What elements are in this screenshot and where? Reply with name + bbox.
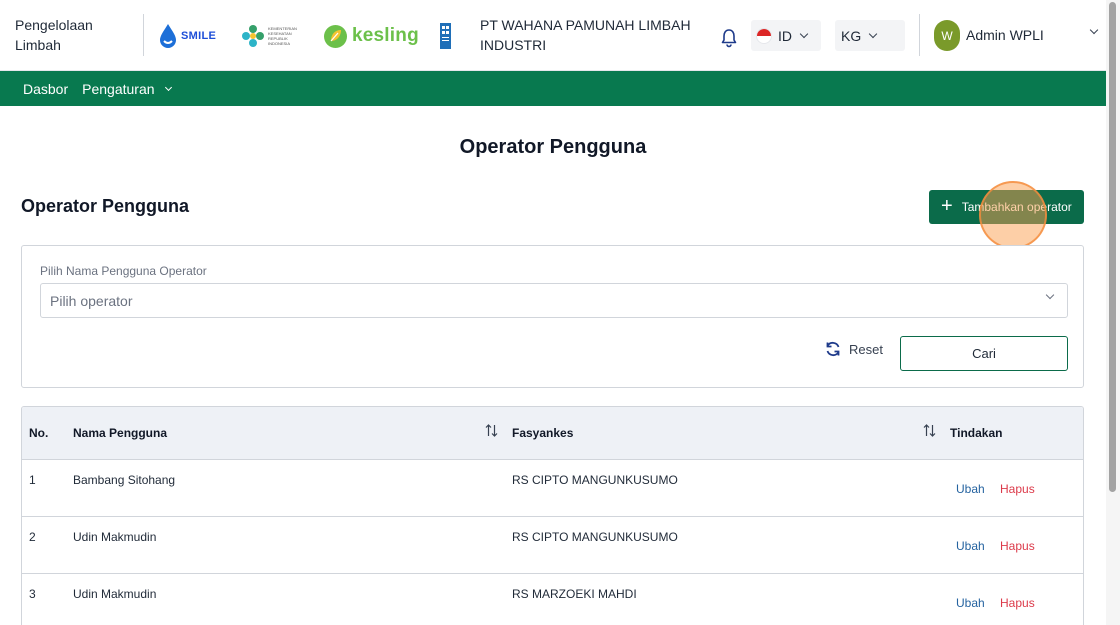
chevron-down-icon [868, 29, 878, 38]
bell-icon[interactable] [720, 28, 738, 48]
table-row: 2 Udin Makmudin RS CIPTO MANGUNKUSUMO Ub… [22, 517, 1083, 574]
sort-icon[interactable] [923, 424, 936, 437]
row-number: 1 [29, 473, 36, 487]
smile-logo-text: SMILE [181, 30, 217, 42]
row-number: 3 [29, 587, 36, 601]
scrollbar-thumb[interactable] [1109, 2, 1116, 492]
app-title: Pengelolaan Limbah [15, 17, 93, 53]
drop-icon [160, 24, 176, 48]
nav-item-dasbor[interactable]: Dasbor [23, 81, 68, 97]
reset-button[interactable]: Reset [824, 341, 883, 357]
kesling-logo-text: kesling [352, 25, 419, 46]
row-name: Udin Makmudin [73, 587, 157, 601]
refresh-icon [826, 341, 840, 357]
table-header: No. Nama Pengguna Fasyankes Tindakan [22, 407, 1083, 460]
nav-item-pengaturan[interactable]: Pengaturan [82, 80, 172, 97]
edit-link[interactable]: Ubah [956, 482, 985, 496]
nav-item-label: Pengaturan [82, 80, 155, 97]
search-button[interactable]: Cari [900, 336, 1068, 371]
company-name: PT WAHANA PAMUNAH LIMBAH INDUSTRI [480, 17, 691, 53]
undp-logo [440, 20, 451, 52]
edit-link[interactable]: Ubah [956, 596, 985, 610]
language-select[interactable]: ID [751, 20, 821, 51]
reset-label: Reset [849, 341, 883, 357]
row-number: 2 [29, 530, 36, 544]
row-fasyankes: RS CIPTO MANGUNKUSUMO [512, 530, 678, 544]
table-row: 1 Bambang Sitohang RS CIPTO MANGUNKUSUMO… [22, 460, 1083, 517]
add-operator-button[interactable]: + Tambahkan operator [929, 190, 1084, 224]
kemenkes-logo-text: KEMENTERIAN KESEHATAN REPUBLIK INDONESIA [268, 26, 297, 46]
delete-link[interactable]: Hapus [1000, 596, 1035, 610]
delete-link[interactable]: Hapus [1000, 539, 1035, 553]
header-divider [919, 14, 920, 56]
operator-select-placeholder: Pilih operator [50, 292, 133, 309]
kemenkes-emblem-icon [242, 25, 264, 47]
nav-item-label: Dasbor [23, 80, 69, 97]
operator-filter-label: Pilih Nama Pengguna Operator [40, 264, 207, 278]
smile-logo: SMILE [158, 20, 216, 52]
unit-select[interactable]: KG [835, 20, 905, 51]
avatar[interactable]: W [934, 20, 960, 51]
user-name[interactable]: Admin WPLI [966, 27, 1044, 43]
chevron-down-icon [799, 29, 809, 38]
top-header: Pengelolaan Limbah SMILE KEMENTERIAN KES… [0, 0, 1106, 71]
search-label: Cari [972, 346, 996, 361]
operator-table: No. Nama Pengguna Fasyankes Tindakan 1 B… [21, 406, 1084, 625]
undp-icon [440, 23, 451, 49]
column-header-name[interactable]: Nama Pengguna [73, 426, 167, 440]
add-operator-label: Tambahkan operator [961, 200, 1072, 214]
edit-link[interactable]: Ubah [956, 539, 985, 553]
language-value: ID [778, 27, 792, 44]
kesling-logo: kesling [323, 20, 419, 52]
column-header-no: No. [29, 426, 49, 440]
column-header-fasyankes[interactable]: Fasyankes [512, 426, 573, 440]
plus-icon: + [941, 195, 953, 217]
unit-value: KG [841, 27, 862, 44]
user-menu-chevron-icon[interactable] [1089, 25, 1099, 35]
row-fasyankes: RS MARZOEKI MAHDI [512, 587, 637, 601]
chevron-down-icon [1045, 290, 1055, 300]
leaf-icon [324, 24, 347, 48]
kemenkes-logo: KEMENTERIAN KESEHATAN REPUBLIK INDONESIA [241, 20, 297, 52]
row-name: Bambang Sitohang [73, 473, 176, 487]
table-row: 3 Udin Makmudin RS MARZOEKI MAHDI Ubah H… [22, 574, 1083, 625]
chevron-down-icon [164, 83, 172, 91]
section-title: Operator Pengguna [21, 196, 190, 216]
row-fasyankes: RS CIPTO MANGUNKUSUMO [512, 473, 678, 487]
filter-card: Pilih Nama Pengguna Operator Pilih opera… [21, 245, 1084, 388]
delete-link[interactable]: Hapus [1000, 482, 1035, 496]
indonesia-flag-icon [756, 27, 772, 44]
sort-icon[interactable] [485, 424, 498, 437]
main-nav: Dasbor Pengaturan [0, 71, 1106, 106]
column-header-action: Tindakan [950, 426, 1003, 440]
header-divider [143, 14, 144, 56]
row-name: Udin Makmudin [73, 530, 157, 544]
page-title: Operator Pengguna [459, 136, 647, 158]
operator-select[interactable]: Pilih operator [40, 283, 1068, 318]
